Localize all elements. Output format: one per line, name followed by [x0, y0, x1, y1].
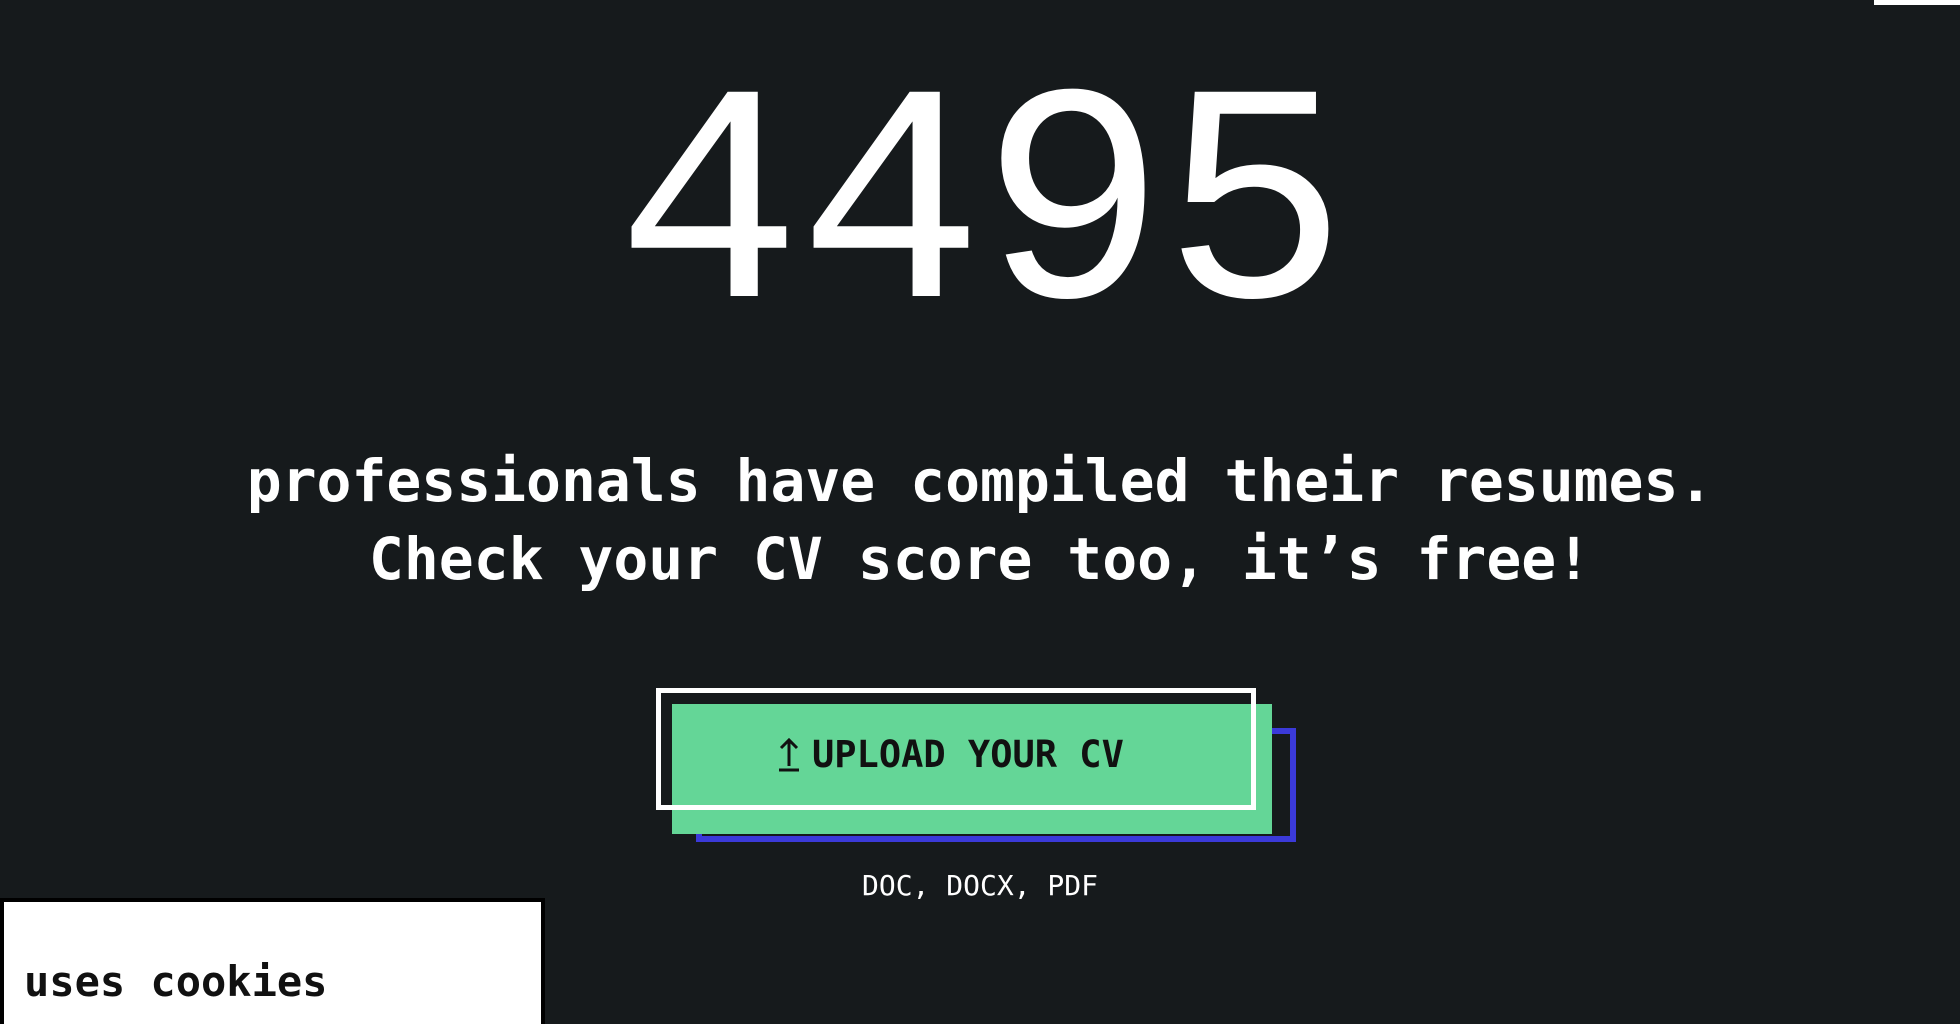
upload-button-content[interactable]: UPLOAD YOUR CV: [776, 732, 1124, 776]
hero-tagline: professionals have compiled their resume…: [0, 442, 1960, 598]
cookie-banner: uses cookies: [0, 898, 545, 1024]
corner-accent-bar: [1874, 0, 1960, 5]
upload-arrow-icon: [779, 737, 799, 772]
tagline-line-2: Check your CV score too, it’s free!: [368, 525, 1592, 593]
upload-cv-area: UPLOAD YOUR CV: [656, 688, 1304, 850]
tagline-line-1: professionals have compiled their resume…: [246, 447, 1714, 515]
professionals-count: 4495: [615, 39, 1348, 390]
upload-button-label: UPLOAD YOUR CV: [812, 732, 1124, 776]
cookie-banner-text: uses cookies: [24, 957, 328, 1006]
